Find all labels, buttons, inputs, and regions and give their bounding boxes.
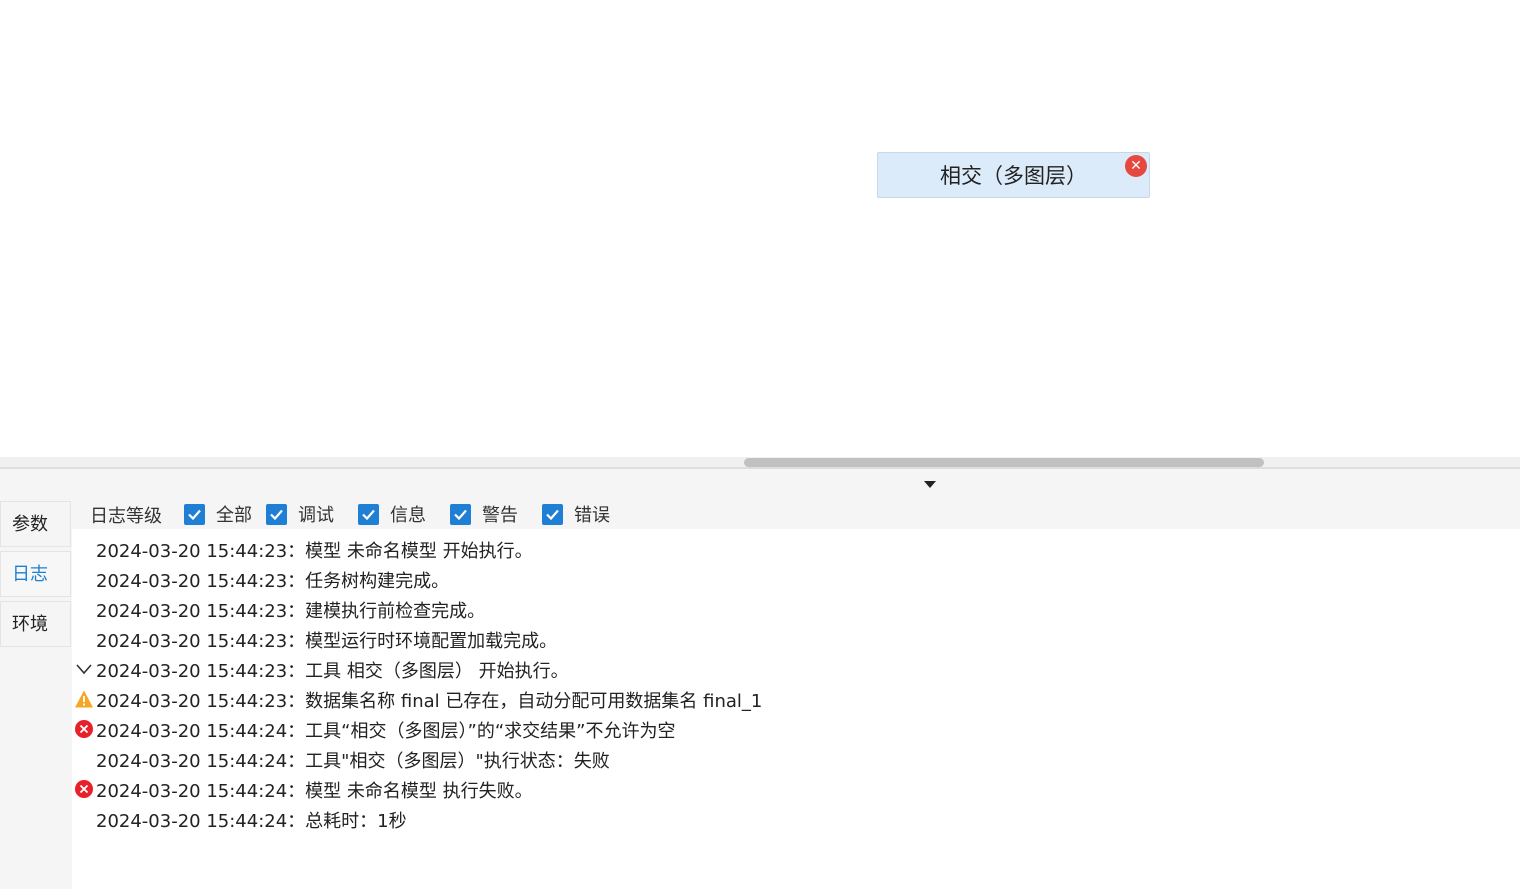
log-entry: 2024-03-20 15:44:24：工具"相交（多图层）"执行状态：失败 — [72, 744, 1520, 774]
log-entry[interactable]: 2024-03-20 15:44:23：工具 相交（多图层） 开始执行。 — [72, 654, 1520, 684]
checkbox-debug[interactable]: 调试 — [266, 503, 334, 526]
tab-log[interactable]: 日志 — [0, 551, 71, 597]
log-entry-text: 2024-03-20 15:44:24：工具"相交（多图层）"执行状态：失败 — [96, 751, 610, 772]
log-entry-text: 2024-03-20 15:44:23：数据集名称 final 已存在，自动分配… — [96, 691, 763, 712]
tab-environment[interactable]: 环境 — [0, 601, 71, 647]
model-canvas[interactable] — [0, 0, 1520, 457]
chevron-down-icon[interactable] — [74, 659, 94, 679]
log-level-filter: 日志等级 全部 调试 信息 警告 错误 — [72, 500, 1520, 529]
log-entry-text: 2024-03-20 15:44:23：模型 未命名模型 开始执行。 — [96, 541, 533, 562]
log-entry-text: 2024-03-20 15:44:24：工具“相交（多图层）”的“求交结果”不允… — [96, 721, 676, 742]
log-entry: 2024-03-20 15:44:24：模型 未命名模型 执行失败。 — [72, 774, 1520, 804]
log-output[interactable]: 2024-03-20 15:44:23：模型 未命名模型 开始执行。 2024-… — [72, 529, 1520, 889]
checkbox-info[interactable]: 信息 — [358, 503, 426, 526]
log-entry: 2024-03-20 15:44:23：数据集名称 final 已存在，自动分配… — [72, 684, 1520, 714]
checkbox-warning[interactable]: 警告 — [450, 503, 518, 526]
checkbox-debug-label: 调试 — [298, 505, 334, 526]
log-entry: 2024-03-20 15:44:24：工具“相交（多图层）”的“求交结果”不允… — [72, 714, 1520, 744]
log-entry-text: 2024-03-20 15:44:24：模型 未命名模型 执行失败。 — [96, 781, 533, 802]
tab-log-label: 日志 — [12, 564, 48, 585]
scrollbar-thumb[interactable] — [744, 458, 1264, 467]
collapse-panel-icon[interactable] — [924, 481, 936, 488]
error-icon — [74, 779, 94, 799]
checkbox-checked-icon[interactable] — [542, 503, 563, 525]
error-x-icon: ✕ — [1125, 155, 1147, 177]
log-entry: 2024-03-20 15:44:24：总耗时：1秒 — [72, 804, 1520, 834]
log-entry-text: 2024-03-20 15:44:23：任务树构建完成。 — [96, 571, 450, 592]
log-entry-text: 2024-03-20 15:44:23：建模执行前检查完成。 — [96, 601, 486, 622]
checkbox-checked-icon[interactable] — [358, 503, 379, 525]
tab-environment-label: 环境 — [12, 614, 48, 635]
log-entry: 2024-03-20 15:44:23：模型 未命名模型 开始执行。 — [72, 534, 1520, 564]
tool-node-label: 相交（多图层） — [940, 164, 1087, 188]
checkbox-checked-icon[interactable] — [450, 503, 471, 525]
log-entry: 2024-03-20 15:44:23：任务树构建完成。 — [72, 564, 1520, 594]
checkbox-warning-label: 警告 — [482, 505, 518, 526]
checkbox-all-label: 全部 — [216, 505, 252, 526]
log-entry-text: 2024-03-20 15:44:24：总耗时：1秒 — [96, 811, 407, 832]
checkbox-info-label: 信息 — [390, 505, 426, 526]
checkbox-error-label: 错误 — [574, 505, 610, 526]
tab-parameters-label: 参数 — [12, 514, 48, 535]
checkbox-error[interactable]: 错误 — [542, 503, 610, 526]
checkbox-checked-icon[interactable] — [184, 503, 205, 525]
tool-node-intersect[interactable]: 相交（多图层） — [877, 152, 1150, 198]
error-icon — [74, 719, 94, 739]
log-entry-text: 2024-03-20 15:44:23：模型运行时环境配置加载完成。 — [96, 631, 558, 652]
checkbox-checked-icon[interactable] — [266, 503, 287, 525]
log-entry: 2024-03-20 15:44:23：建模执行前检查完成。 — [72, 594, 1520, 624]
warning-icon — [74, 689, 94, 709]
log-entry-text: 2024-03-20 15:44:23：工具 相交（多图层） 开始执行。 — [96, 661, 569, 682]
checkbox-all[interactable]: 全部 — [184, 503, 252, 526]
tab-parameters[interactable]: 参数 — [0, 501, 71, 547]
log-level-label: 日志等级 — [90, 506, 162, 527]
log-entry: 2024-03-20 15:44:23：模型运行时环境配置加载完成。 — [72, 624, 1520, 654]
